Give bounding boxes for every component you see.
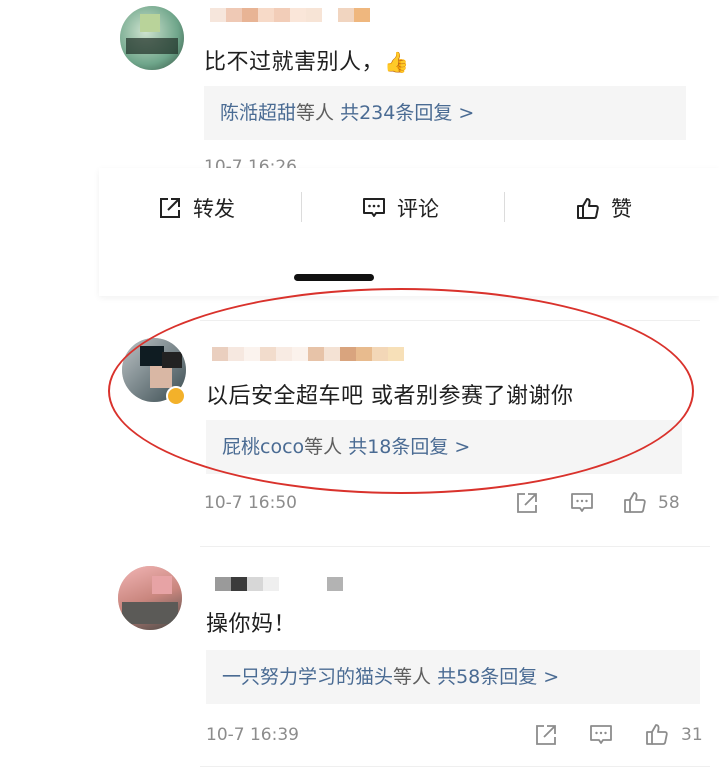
like-count: 58: [658, 493, 680, 513]
reply-summary[interactable]: 屁桃coco等人 共18条回复 >: [206, 420, 682, 474]
comment-button[interactable]: 评论: [361, 190, 439, 226]
divider: [200, 320, 700, 321]
divider: [200, 546, 710, 547]
like-count: 31: [681, 725, 703, 745]
divider: [301, 192, 302, 222]
username-blurred[interactable]: [215, 577, 343, 591]
reply-summary[interactable]: 一只努力学习的猫头等人 共58条回复 >: [206, 650, 700, 704]
thumbs-up-icon[interactable]: [622, 489, 648, 515]
comment-icon[interactable]: [588, 722, 614, 748]
comment-label: 评论: [397, 197, 439, 221]
like-label: 赞: [611, 197, 632, 221]
home-indicator[interactable]: [294, 274, 374, 281]
comment-text: 以后安全超车吧 或者别参赛了谢谢你: [206, 384, 574, 409]
thumbs-up-icon: [577, 198, 599, 219]
comment-text: 比不过就害别人，👍: [204, 50, 410, 75]
avatar[interactable]: [118, 566, 182, 630]
comment-icon: [363, 198, 385, 217]
comment-time: 10-7 16:50: [204, 493, 297, 513]
action-bar: 转发 评论 赞: [99, 168, 719, 296]
comment-icon[interactable]: [569, 490, 595, 516]
repost-button[interactable]: 转发: [157, 190, 235, 226]
divider: [200, 766, 710, 767]
share-icon[interactable]: [533, 722, 559, 748]
username-blurred[interactable]: [210, 8, 370, 22]
thumbs-up-icon[interactable]: [644, 721, 670, 747]
verified-badge-icon: [166, 386, 186, 406]
repost-label: 转发: [193, 197, 235, 221]
avatar[interactable]: [120, 6, 184, 70]
comment-time: 10-7 16:39: [206, 725, 299, 745]
username-blurred[interactable]: [212, 347, 404, 361]
reply-summary[interactable]: 陈湉超甜等人 共234条回复 >: [204, 86, 686, 140]
share-icon: [160, 198, 180, 218]
thumbs-up-emoji-icon: 👍: [384, 50, 410, 74]
divider: [504, 192, 505, 222]
like-button[interactable]: 赞: [575, 190, 632, 226]
comment-text: 操你妈！: [206, 612, 297, 637]
share-icon[interactable]: [514, 490, 540, 516]
